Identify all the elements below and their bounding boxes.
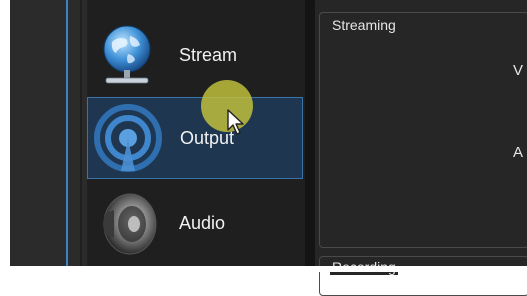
clipped-field-label: A: [513, 144, 524, 161]
broadcast-icon: [88, 97, 168, 179]
sidebar-item-audio[interactable]: Audio: [87, 182, 303, 264]
settings-sidebar: Stream Output Audio: [87, 0, 305, 266]
mouse-pointer-icon: [226, 108, 246, 141]
screen-margin: [0, 0, 10, 272]
clipped-field-label: V: [513, 62, 524, 79]
settings-content: Streaming V A Recording: [315, 0, 527, 296]
speaker-icon: [87, 182, 167, 264]
panel-edge-highlight: [66, 0, 68, 266]
panel-edge: [80, 0, 82, 266]
recording-group: Recording: [319, 256, 527, 296]
sidebar-item-stream[interactable]: Stream: [87, 14, 303, 96]
sidebar-item-label: Stream: [179, 44, 238, 65]
globe-network-icon: [87, 14, 167, 96]
left-panel: [10, 0, 87, 266]
settings-window: Stream Output Audio Streaming V A: [0, 0, 527, 296]
pane-splitter[interactable]: [305, 0, 315, 266]
streaming-group-title: Streaming: [330, 17, 398, 33]
sidebar-item-output[interactable]: Output: [87, 97, 303, 179]
screen-margin: [0, 266, 527, 272]
sidebar-item-label: Audio: [179, 212, 226, 233]
streaming-group: Streaming: [319, 12, 527, 248]
